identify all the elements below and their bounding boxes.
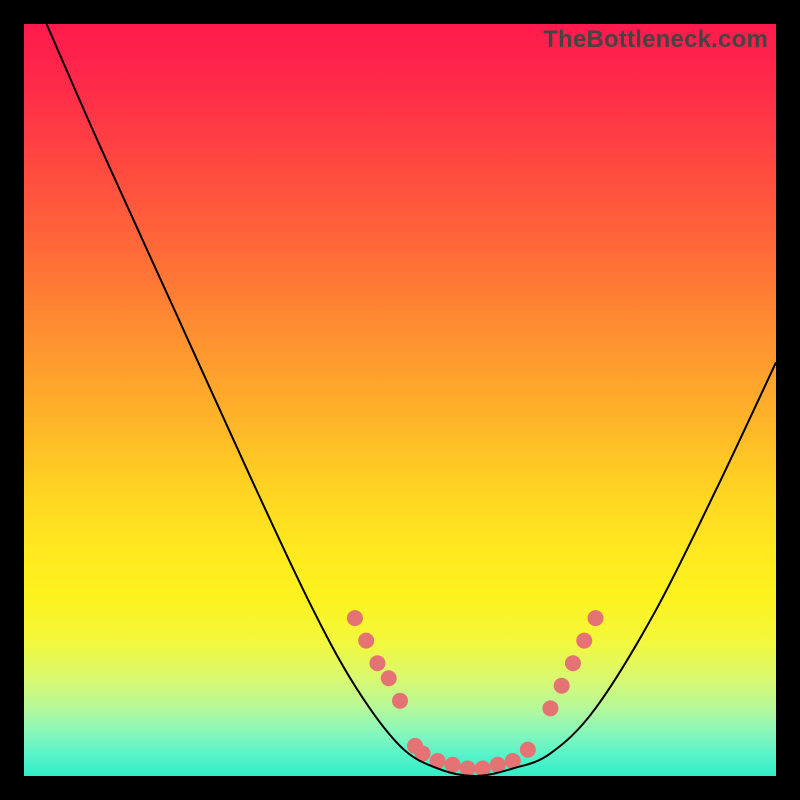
highlight-dot <box>588 610 604 626</box>
highlight-dot <box>369 655 385 671</box>
highlight-dot <box>565 655 581 671</box>
highlight-dot <box>381 670 397 686</box>
chart-svg <box>24 24 776 776</box>
plot-area: TheBottleneck.com <box>24 24 776 776</box>
highlight-dot <box>358 633 374 649</box>
chart-frame: TheBottleneck.com <box>0 0 800 800</box>
highlight-dot <box>554 678 570 694</box>
highlight-dot <box>576 633 592 649</box>
highlight-dot <box>445 757 461 773</box>
highlight-dot <box>542 700 558 716</box>
bottleneck-curve <box>47 24 776 776</box>
highlight-dot <box>460 760 476 776</box>
markers-group <box>347 610 604 776</box>
highlight-dot <box>347 610 363 626</box>
highlight-dot <box>520 742 536 758</box>
highlight-dot <box>392 693 408 709</box>
